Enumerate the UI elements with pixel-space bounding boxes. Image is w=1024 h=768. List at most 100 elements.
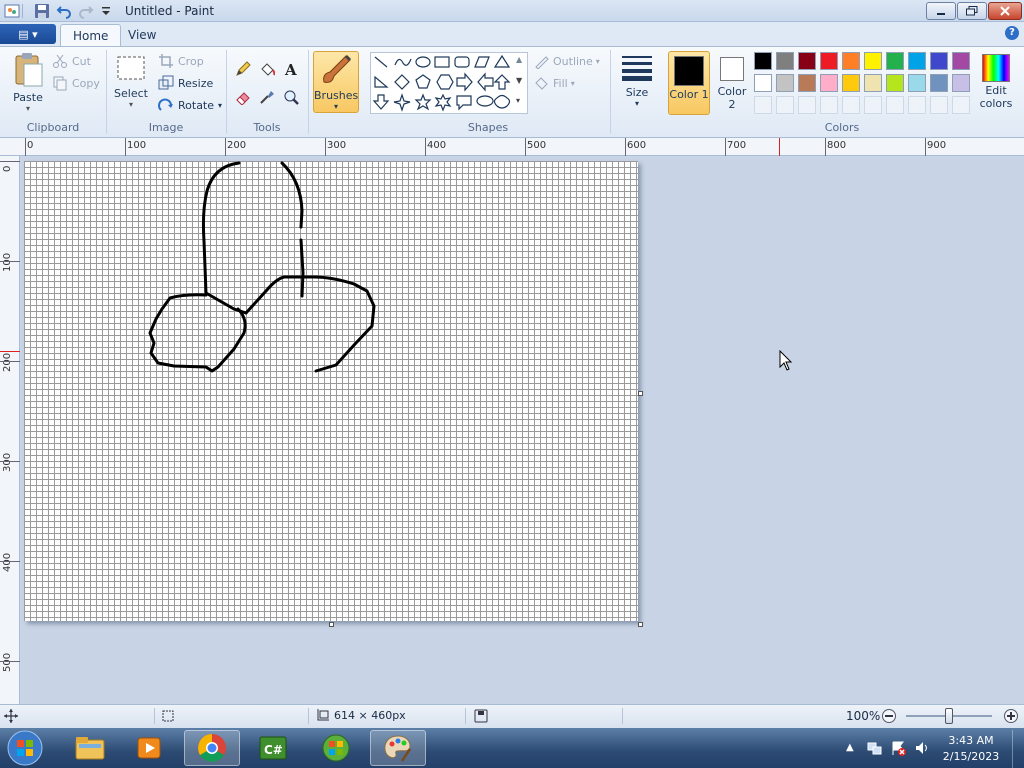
brushes-button[interactable]: Brushes ▾ xyxy=(313,51,359,113)
ruler-tick-mark xyxy=(325,138,326,156)
text-tool[interactable]: A xyxy=(280,58,302,80)
palette-color-swatch[interactable] xyxy=(864,52,882,70)
paste-button[interactable]: Paste ▾ xyxy=(10,52,46,113)
show-desktop-button[interactable] xyxy=(1012,730,1024,768)
drawing-canvas[interactable] xyxy=(24,161,638,621)
copy-button[interactable]: Copy xyxy=(52,75,100,91)
tab-view[interactable]: View xyxy=(116,24,168,46)
tab-home[interactable]: Home xyxy=(60,24,122,46)
palette-color-swatch[interactable] xyxy=(908,74,926,92)
undo-icon[interactable] xyxy=(56,3,72,19)
volume-icon[interactable] xyxy=(914,740,930,759)
ruler-tick-label: 300 xyxy=(2,452,13,472)
fill-tool[interactable] xyxy=(256,58,278,80)
color2-button[interactable]: Color 2 xyxy=(714,51,750,115)
help-icon[interactable]: ? xyxy=(1005,26,1019,40)
action-center-icon[interactable] xyxy=(890,740,906,759)
show-hidden-icons[interactable]: ▲ xyxy=(846,742,854,753)
custom-color-slot[interactable] xyxy=(908,96,926,114)
palette-color-swatch[interactable] xyxy=(820,52,838,70)
custom-color-slot[interactable] xyxy=(754,96,772,114)
ruler-tick-mark xyxy=(0,361,20,362)
color-picker-tool[interactable] xyxy=(256,86,278,108)
palette-color-swatch[interactable] xyxy=(842,52,860,70)
palette-color-swatch[interactable] xyxy=(886,52,904,70)
zoom-in-button[interactable] xyxy=(1004,709,1018,723)
palette-color-swatch[interactable] xyxy=(754,52,772,70)
palette-color-swatch[interactable] xyxy=(842,74,860,92)
crop-button[interactable]: Crop xyxy=(158,53,204,69)
custom-color-slot[interactable] xyxy=(776,96,794,114)
pencil-tool[interactable] xyxy=(232,58,254,80)
resize-button[interactable]: Resize xyxy=(158,75,213,91)
custom-color-slot[interactable] xyxy=(798,96,816,114)
outline-button[interactable]: Outline ▾ xyxy=(534,53,600,69)
custom-color-slot[interactable] xyxy=(864,96,882,114)
ruler-tick-label: 600 xyxy=(627,140,647,151)
color1-label: Color 1 xyxy=(669,88,709,101)
palette-color-swatch[interactable] xyxy=(864,74,882,92)
custom-color-slot[interactable] xyxy=(820,96,838,114)
shapes-scroll-up-icon[interactable]: ▲ xyxy=(516,55,522,64)
palette-color-swatch[interactable] xyxy=(930,52,948,70)
redo-icon[interactable] xyxy=(78,3,94,19)
outline-brush-icon xyxy=(535,56,549,69)
zoom-out-button[interactable] xyxy=(882,709,896,723)
edit-colors-button[interactable]: Edit colors xyxy=(978,52,1014,114)
save-icon[interactable] xyxy=(34,3,50,19)
resize-handle-bottom[interactable] xyxy=(329,622,334,627)
palette-color-swatch[interactable] xyxy=(776,52,794,70)
cut-button[interactable]: Cut xyxy=(52,53,91,69)
line-size-icon xyxy=(622,56,652,81)
shapes-gallery[interactable] xyxy=(370,52,528,114)
network-icon[interactable] xyxy=(866,740,882,759)
custom-color-slot[interactable] xyxy=(886,96,904,114)
custom-color-slot[interactable] xyxy=(952,96,970,114)
palette-color-swatch[interactable] xyxy=(930,74,948,92)
shapes-scroll-down-icon[interactable]: ▼ xyxy=(516,76,522,85)
vertical-ruler xyxy=(0,156,20,704)
resize-handle-right[interactable] xyxy=(638,391,643,396)
taskbar-chrome[interactable] xyxy=(184,730,240,766)
taskbar-explorer[interactable] xyxy=(62,730,118,766)
palette-color-swatch[interactable] xyxy=(952,74,970,92)
rotate-button[interactable]: Rotate ▾ xyxy=(158,97,222,113)
restore-button[interactable] xyxy=(957,2,987,20)
custom-color-slot[interactable] xyxy=(930,96,948,114)
resize-handle-corner[interactable] xyxy=(638,622,643,627)
select-button[interactable]: Select ▾ xyxy=(113,54,149,109)
color-palette xyxy=(754,52,970,114)
rounded-rectangle-shape-icon xyxy=(454,56,470,68)
palette-color-swatch[interactable] xyxy=(776,74,794,92)
paint-app-icon[interactable] xyxy=(4,3,20,19)
minimize-button[interactable] xyxy=(926,2,956,20)
ruler-tick-mark xyxy=(0,561,20,562)
taskbar-media-player[interactable] xyxy=(122,730,178,766)
custom-color-slot[interactable] xyxy=(842,96,860,114)
palette-color-swatch[interactable] xyxy=(952,52,970,70)
color1-button[interactable]: Color 1 xyxy=(668,51,710,115)
eraser-tool[interactable] xyxy=(232,86,254,108)
palette-color-swatch[interactable] xyxy=(820,74,838,92)
palette-color-swatch[interactable] xyxy=(908,52,926,70)
palette-color-swatch[interactable] xyxy=(886,74,904,92)
magnifier-tool[interactable] xyxy=(280,86,302,108)
shapes-more-icon[interactable]: ▾ xyxy=(516,96,520,105)
fill-button[interactable]: Fill ▾ xyxy=(534,75,575,91)
taskbar-paint[interactable] xyxy=(370,730,426,766)
color2-swatch xyxy=(720,57,744,81)
file-menu-button[interactable]: ▤ ▾ xyxy=(0,24,56,44)
taskbar-media-center[interactable] xyxy=(308,730,364,766)
taskbar-csharp-ide[interactable]: C# xyxy=(246,730,302,766)
cut-label: Cut xyxy=(72,54,91,68)
close-button[interactable] xyxy=(988,2,1022,20)
taskbar-clock[interactable]: 3:43 AM 2/15/2023 xyxy=(936,733,1006,765)
ruler-tick-label: 0 xyxy=(27,140,34,151)
palette-color-swatch[interactable] xyxy=(798,74,816,92)
palette-color-swatch[interactable] xyxy=(798,52,816,70)
customize-qat-icon[interactable] xyxy=(98,3,114,19)
size-button[interactable]: Size ▾ xyxy=(616,53,658,108)
palette-color-swatch[interactable] xyxy=(754,74,772,92)
zoom-slider-thumb[interactable] xyxy=(945,708,953,724)
start-button[interactable] xyxy=(4,729,46,767)
